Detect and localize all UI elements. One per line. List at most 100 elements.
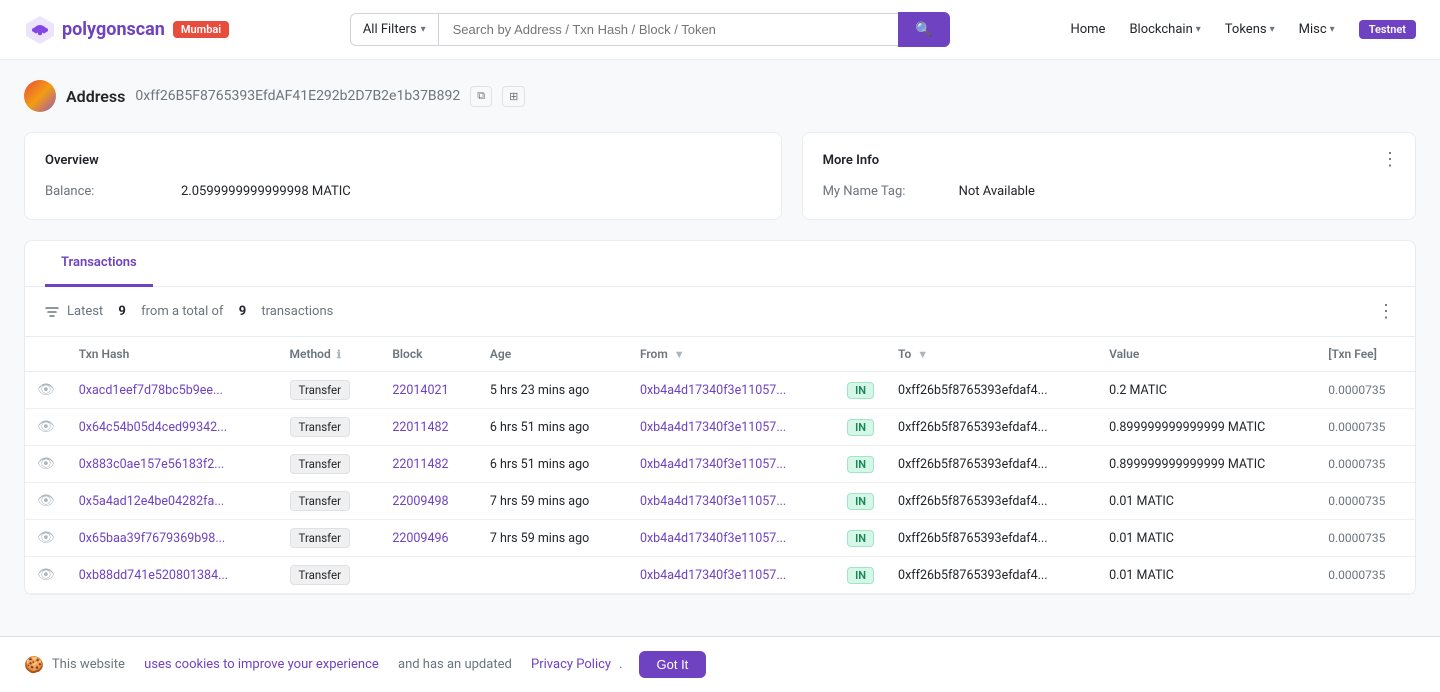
row-eye-icon[interactable]: 👁 <box>37 456 55 472</box>
cookie-text-middle: and has an updated <box>398 657 512 672</box>
direction-badge: IN <box>847 382 874 399</box>
row-eye-icon[interactable]: 👁 <box>37 567 55 583</box>
cookie-text-after: . <box>619 657 622 672</box>
chevron-misc-icon: ▾ <box>1330 24 1335 35</box>
txn-hash-link[interactable]: 0x65baa39f7679369b98... <box>79 531 225 546</box>
row-eye-icon[interactable]: 👁 <box>37 419 55 435</box>
method-badge: Transfer <box>290 565 351 585</box>
txn-hash-link[interactable]: 0xb88dd741e520801384... <box>79 568 228 583</box>
row-eye-icon[interactable]: 👁 <box>37 493 55 509</box>
table-row: 👁 0x883c0ae157e56183f2... Transfer 22011… <box>25 446 1415 483</box>
txn-hash-link[interactable]: 0x5a4ad12e4be04282fa... <box>79 494 224 509</box>
name-tag-label: My Name Tag: <box>823 184 943 199</box>
more-info-card: More Info My Name Tag: Not Available ⋮ <box>802 132 1416 220</box>
block-link[interactable]: 22011482 <box>392 457 448 472</box>
to-address: 0xff26b5f8765393efdaf4... <box>898 420 1047 435</box>
search-area: All Filters ▾ 🔍 <box>350 12 950 47</box>
from-filter-icon[interactable]: ▼ <box>674 348 685 361</box>
col-method: Method ℹ <box>278 337 381 372</box>
fee-text: 0.0000735 <box>1328 568 1385 582</box>
method-badge: Transfer <box>290 491 351 511</box>
chevron-down-icon: ▾ <box>421 24 426 35</box>
nav-blockchain[interactable]: Blockchain ▾ <box>1129 22 1200 37</box>
block-link[interactable]: 22014021 <box>392 383 448 398</box>
filter-lines-icon <box>45 305 59 319</box>
col-value: Value <box>1097 337 1316 372</box>
to-filter-icon[interactable]: ▼ <box>917 348 928 361</box>
block-link[interactable]: 22009496 <box>392 531 448 546</box>
got-it-button[interactable]: Got It <box>639 651 707 678</box>
search-button[interactable]: 🔍 <box>898 12 949 47</box>
row-eye-icon[interactable]: 👁 <box>37 382 55 398</box>
nav-misc[interactable]: Misc ▾ <box>1299 22 1335 37</box>
address-avatar <box>24 80 56 112</box>
col-to: To ▼ <box>886 337 1097 372</box>
from-link[interactable]: 0xb4a4d17340f3e11057... <box>640 494 786 509</box>
cookie-banner: 🍪 This website uses cookies to improve y… <box>0 636 1440 692</box>
address-hash: 0xff26B5F8765393EfdAF41E292b2D7B2e1b37B8… <box>135 88 460 104</box>
age-text: 6 hrs 51 mins ago <box>490 457 589 472</box>
txn-hash-link[interactable]: 0x883c0ae157e56183f2... <box>79 457 224 472</box>
value-text: 0.01 MATIC <box>1109 531 1174 546</box>
cookie-icon: 🍪 <box>24 655 44 674</box>
table-header: Txn Hash Method ℹ Block Age <box>25 337 1415 372</box>
col-age: Age <box>478 337 628 372</box>
name-tag-value: Not Available <box>959 184 1035 199</box>
from-link[interactable]: 0xb4a4d17340f3e11057... <box>640 383 786 398</box>
copy-address-button[interactable]: ⧉ <box>470 86 492 107</box>
transactions-section: Transactions Latest 9 from a total of 9 … <box>24 240 1416 595</box>
from-link[interactable]: 0xb4a4d17340f3e11057... <box>640 457 786 472</box>
method-info-icon: ℹ <box>337 348 341 361</box>
txn-menu-button[interactable]: ⋮ <box>1377 301 1395 322</box>
txn-hash-link[interactable]: 0xacd1eef7d78bc5b9ee... <box>79 383 223 398</box>
from-link[interactable]: 0xb4a4d17340f3e11057... <box>640 420 786 435</box>
transactions-table-wrap: Txn Hash Method ℹ Block Age <box>25 337 1415 594</box>
from-link[interactable]: 0xb4a4d17340f3e11057... <box>640 568 786 583</box>
txn-hash-link[interactable]: 0x64c54b05d4ced99342... <box>79 420 227 435</box>
nav-home[interactable]: Home <box>1070 22 1105 37</box>
address-label: Address <box>66 87 125 106</box>
overview-card: Overview Balance: 2.0599999999999998 MAT… <box>24 132 782 220</box>
fee-text: 0.0000735 <box>1328 494 1385 508</box>
to-address: 0xff26b5f8765393efdaf4... <box>898 494 1047 509</box>
block-link[interactable]: 22011482 <box>392 420 448 435</box>
fee-text: 0.0000735 <box>1328 531 1385 545</box>
fee-text: 0.0000735 <box>1328 420 1385 434</box>
method-badge: Transfer <box>290 528 351 548</box>
age-text: 7 hrs 59 mins ago <box>490 494 589 509</box>
to-address: 0xff26b5f8765393efdaf4... <box>898 531 1047 546</box>
txn-info-bar: Latest 9 from a total of 9 transactions … <box>25 287 1415 337</box>
from-link[interactable]: 0xb4a4d17340f3e11057... <box>640 531 786 546</box>
search-input[interactable] <box>438 13 899 46</box>
transactions-table: Txn Hash Method ℹ Block Age <box>25 337 1415 594</box>
fee-text: 0.0000735 <box>1328 383 1385 397</box>
qr-button[interactable]: ⊞ <box>502 86 525 107</box>
more-info-menu-button[interactable]: ⋮ <box>1381 149 1399 170</box>
age-text: 6 hrs 51 mins ago <box>490 420 589 435</box>
nav-tokens[interactable]: Tokens ▾ <box>1225 22 1275 37</box>
address-header: Address 0xff26B5F8765393EfdAF41E292b2D7B… <box>24 80 1416 112</box>
col-from: From ▼ <box>628 337 835 372</box>
chevron-blockchain-icon: ▾ <box>1196 24 1201 35</box>
cards-row: Overview Balance: 2.0599999999999998 MAT… <box>24 132 1416 220</box>
page-content: Address 0xff26B5F8765393EfdAF41E292b2D7B… <box>0 60 1440 615</box>
logo-text: polygonscan <box>62 19 165 40</box>
filter-dropdown[interactable]: All Filters ▾ <box>350 13 438 46</box>
col-txn-hash: Txn Hash <box>67 337 278 372</box>
cookie-link-experience[interactable]: uses cookies to improve your experience <box>144 657 379 672</box>
balance-row: Balance: 2.0599999999999998 MATIC <box>45 184 761 199</box>
cookie-text-before: This website <box>52 657 125 672</box>
value-text: 0.899999999999999 MATIC <box>1109 457 1265 472</box>
fee-text: 0.0000735 <box>1328 457 1385 471</box>
txn-info-text: Latest 9 from a total of 9 transactions <box>45 304 333 319</box>
row-eye-icon[interactable]: 👁 <box>37 530 55 546</box>
direction-badge: IN <box>847 530 874 547</box>
col-block: Block <box>380 337 478 372</box>
tabs-row: Transactions <box>25 241 1415 287</box>
direction-badge: IN <box>847 419 874 436</box>
block-link[interactable]: 22009498 <box>392 494 448 509</box>
logo-area: polygonscan Mumbai <box>24 16 229 44</box>
cookie-link-privacy[interactable]: Privacy Policy <box>531 657 611 672</box>
tab-transactions[interactable]: Transactions <box>45 241 153 287</box>
logo[interactable]: polygonscan <box>24 16 165 44</box>
